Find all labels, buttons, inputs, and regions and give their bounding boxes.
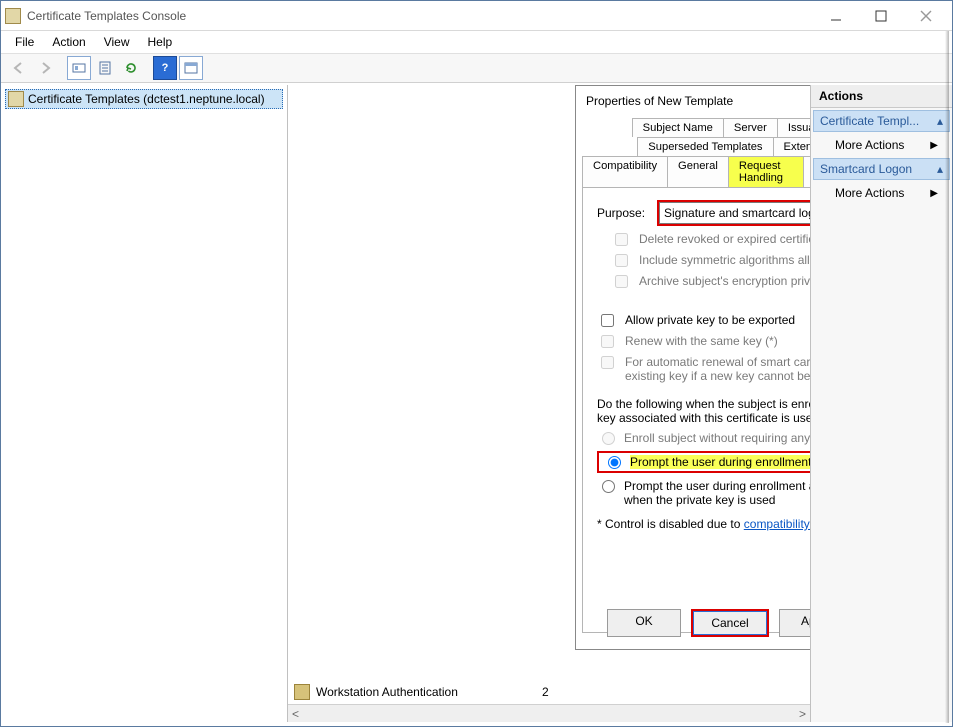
chk-auto-renewal-label: For automatic renewal of smart card cert… — [625, 355, 810, 383]
folder-icon — [8, 91, 24, 107]
radio-enroll-no-input-label: Enroll subject without requiring any use… — [624, 431, 810, 445]
radio-prompt-enrollment[interactable] — [608, 456, 621, 469]
collapse-icon: ▴ — [937, 162, 943, 176]
actions-more-2[interactable]: More Actions ▶ — [811, 182, 952, 204]
toolbar-icon-4[interactable] — [179, 56, 203, 80]
radio-enroll-no-input — [602, 432, 615, 445]
toolbar-icon-1[interactable] — [67, 56, 91, 80]
enrollment-question: Do the following when the subject is enr… — [597, 397, 810, 425]
close-button[interactable] — [903, 2, 948, 30]
compat-footer-pre: * Control is disabled due to — [597, 517, 744, 531]
tab-extensions[interactable]: Extensions — [773, 137, 810, 156]
menu-view[interactable]: View — [96, 33, 138, 51]
horizontal-scrollbar[interactable]: < > — [288, 704, 810, 722]
actions-group-cert-templates[interactable]: Certificate Templ... ▴ — [813, 110, 950, 132]
radio-prompt-always[interactable] — [602, 480, 615, 493]
chk-symmetric — [615, 254, 628, 267]
chk-allow-export-label: Allow private key to be exported — [625, 313, 795, 327]
tab-superseded-templates[interactable]: Superseded Templates — [637, 137, 773, 156]
chk-auto-renewal — [601, 356, 614, 369]
window-title: Certificate Templates Console — [27, 9, 813, 23]
purpose-label: Purpose: — [597, 206, 657, 220]
purpose-combobox[interactable]: Signature and smartcard logon ▾ — [659, 202, 810, 224]
chk-allow-export[interactable] — [601, 314, 614, 327]
template-icon — [294, 684, 310, 700]
list-pane: Version Intended ▲ 4.14.15.1105.0115.0Di… — [288, 85, 810, 722]
tab-server[interactable]: Server — [723, 118, 778, 137]
arrow-right-icon: ▶ — [930, 188, 938, 199]
minimize-button[interactable] — [813, 2, 858, 30]
tab-issuance-requirements[interactable]: Issuance Requirements — [777, 118, 810, 137]
forward-button[interactable] — [33, 56, 57, 80]
radio-prompt-enrollment-label: Prompt the user during enrollment — [630, 455, 810, 469]
tab-compatibility[interactable]: Compatibility — [582, 156, 668, 187]
collapse-icon: ▴ — [937, 114, 943, 128]
menu-action[interactable]: Action — [44, 33, 93, 51]
tab-request-handling[interactable]: Request Handling — [728, 156, 804, 187]
toolbar-icon-2[interactable] — [93, 56, 117, 80]
chk-archive — [615, 275, 628, 288]
compatibility-settings-link[interactable]: compatibility settings. — [744, 517, 810, 531]
tab-general[interactable]: General — [667, 156, 729, 187]
actions-header: Actions — [811, 85, 952, 108]
actions-pane: Actions Certificate Templ... ▴ More Acti… — [810, 85, 952, 722]
purpose-value: Signature and smartcard logon — [664, 206, 810, 220]
app-icon — [5, 8, 21, 24]
menu-file[interactable]: File — [7, 33, 42, 51]
list-cell-col2: 2 — [542, 685, 692, 699]
tab-cryptography[interactable]: Cryptography — [803, 156, 810, 187]
maximize-button[interactable] — [858, 2, 903, 30]
tree-node-label: Certificate Templates (dctest1.neptune.l… — [28, 92, 265, 106]
list-row-workstation-auth[interactable]: Workstation Authentication 2 — [288, 682, 692, 702]
apply-button[interactable]: Apply — [779, 609, 810, 637]
tree-node-cert-templates[interactable]: Certificate Templates (dctest1.neptune.l… — [5, 89, 283, 109]
scroll-right-icon[interactable]: > — [799, 707, 806, 721]
back-button[interactable] — [7, 56, 31, 80]
tree-pane: Certificate Templates (dctest1.neptune.l… — [1, 85, 288, 722]
chk-delete-revoked-label: Delete revoked or expired certificates (… — [639, 232, 810, 246]
window-shadow — [945, 31, 949, 723]
help-icon[interactable]: ? — [153, 56, 177, 80]
cancel-button[interactable]: Cancel — [693, 611, 767, 635]
chk-archive-label: Archive subject's encryption private key — [639, 274, 810, 288]
ok-button[interactable]: OK — [607, 609, 681, 637]
chk-symmetric-label: Include symmetric algorithms allowed by … — [639, 253, 810, 267]
properties-dialog: Properties of New Template × Subject Nam… — [575, 85, 810, 650]
refresh-icon[interactable] — [119, 56, 143, 80]
actions-more-1[interactable]: More Actions ▶ — [811, 134, 952, 156]
chk-renew-same-key — [601, 335, 614, 348]
actions-group-smartcard[interactable]: Smartcard Logon ▴ — [813, 158, 950, 180]
chk-delete-revoked — [615, 233, 628, 246]
scroll-left-icon[interactable]: < — [292, 707, 299, 721]
tab-subject-name[interactable]: Subject Name — [632, 118, 724, 137]
radio-prompt-always-label: Prompt the user during enrollment and re… — [624, 479, 810, 507]
list-cell-name: Workstation Authentication — [316, 685, 536, 699]
dialog-title: Properties of New Template — [586, 94, 733, 108]
menu-help[interactable]: Help — [140, 33, 181, 51]
arrow-right-icon: ▶ — [930, 140, 938, 151]
chk-renew-same-key-label: Renew with the same key (*) — [625, 334, 778, 348]
